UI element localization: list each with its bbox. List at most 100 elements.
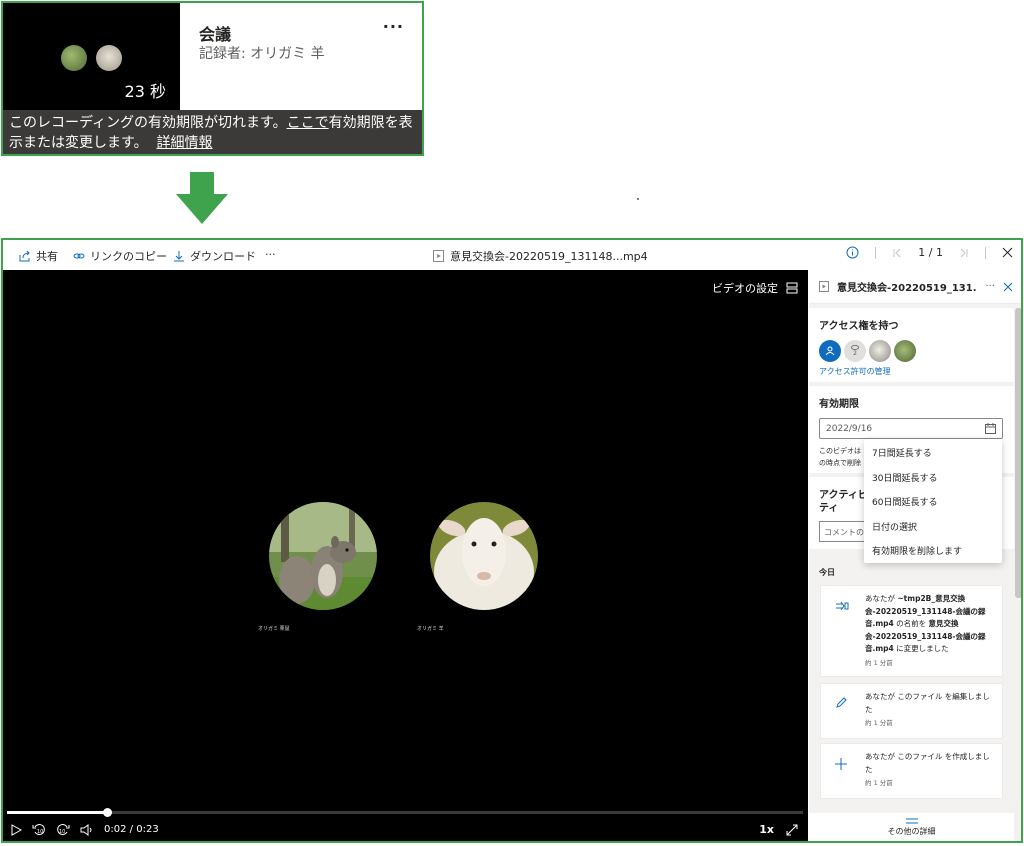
more-details-icon — [905, 818, 918, 824]
current-time: 0:02 — [104, 824, 127, 835]
play-icon[interactable] — [11, 823, 22, 836]
details-file-name: 意見交換会-20220519_131... — [837, 283, 978, 294]
page-counter: 1 / 1 — [918, 246, 943, 259]
extend-30-days-option[interactable]: 30日間延長する — [864, 464, 1002, 489]
participant-squirrel-name: オリガミ 栗鼠 — [258, 626, 290, 632]
last-page-icon[interactable] — [959, 248, 969, 258]
expiry-here-link[interactable]: ここで — [287, 115, 329, 131]
file-title: 意見交換会-20220519_131148...mp4 — [433, 248, 648, 264]
today-heading: 今日 — [819, 568, 835, 577]
more-details-button[interactable]: その他の詳細 — [809, 813, 1014, 841]
seek-bar-progress — [7, 811, 107, 814]
recording-recorder: 記録者: オリガミ 羊 — [199, 46, 325, 62]
svg-text:10: 10 — [59, 829, 65, 835]
user-avatar[interactable] — [819, 340, 841, 362]
video-settings-label: ビデオの設定 — [712, 282, 778, 295]
first-page-icon[interactable] — [892, 248, 902, 258]
viewer-count-badge[interactable]: 2 — [844, 340, 866, 362]
activity-rename-actor: あなたが — [865, 594, 898, 603]
copy-link-label: リンクのコピー — [90, 250, 167, 263]
access-section: アクセス権を持つ 2 アクセス許可の管理 — [809, 308, 1014, 382]
access-title: アクセス権を持つ — [819, 321, 899, 332]
rewind-10-icon[interactable]: 10 — [32, 823, 46, 836]
extend-60-days-option[interactable]: 60日間延長する — [864, 488, 1002, 513]
activity-rename-mid: の名前を — [893, 619, 929, 628]
expiry-banner-text-1: このレコーディングの有効期限が切れます。 — [9, 115, 287, 131]
card-more-options-button[interactable]: ... — [383, 13, 404, 32]
activity-rename-text: あなたが ~tmp2B_意見交換会-20220519_131148-会議の録音.… — [865, 593, 993, 669]
rename-icon — [836, 601, 849, 611]
manage-access-link[interactable]: アクセス許可の管理 — [819, 366, 1004, 377]
video-file-icon — [819, 281, 829, 292]
playback-speed-button[interactable]: 1x — [759, 823, 774, 836]
participant-sheep-name: オリガミ 羊 — [417, 626, 444, 632]
info-icon[interactable] — [846, 246, 859, 259]
access-avatars: 2 — [819, 340, 1004, 362]
remove-expiry-option[interactable]: 有効期限を削除します — [864, 537, 1002, 562]
select-date-option[interactable]: 日付の選択 — [864, 513, 1002, 538]
time-separator: / — [129, 824, 134, 835]
sheep-image — [430, 502, 538, 610]
details-link[interactable]: 詳細情報 — [157, 135, 213, 151]
toolbar-more-button[interactable]: ··· — [265, 248, 276, 261]
toolbar-more-label: ··· — [265, 248, 276, 261]
activity-item-rename[interactable]: あなたが ~tmp2B_意見交換会-20220519_131148-会議の録音.… — [820, 585, 1003, 677]
volume-icon[interactable] — [80, 823, 94, 836]
svg-text:10: 10 — [37, 829, 43, 835]
activity-create-actor: あなたが — [865, 752, 898, 761]
expiry-options-menu: 7日間延長する 30日間延長する 60日間延長する 日付の選択 有効期限を削除し… — [864, 439, 1002, 563]
copy-link-button[interactable]: リンクのコピー — [73, 248, 167, 264]
expiry-date-value: 2022/9/16 — [826, 423, 873, 434]
sheep-access-avatar[interactable] — [869, 340, 891, 362]
panel-scrollbar[interactable] — [1014, 304, 1021, 841]
recording-card[interactable]: 23 秒 会議 記録者: オリガミ 羊 ... このレコーディングの有効期限が切… — [1, 1, 424, 156]
seek-bar[interactable] — [7, 808, 803, 817]
details-more-button[interactable]: ··· — [985, 281, 995, 292]
top-toolbar: 共有 リンクのコピー ダウンロード ··· 意見交換会-20220519_131… — [3, 240, 1021, 270]
squirrel-image — [269, 502, 377, 610]
participant-squirrel-avatar — [269, 502, 377, 610]
share-label: 共有 — [36, 250, 58, 263]
expiry-date-field[interactable]: 2022/9/16 — [819, 418, 1003, 439]
toolbar-right: 1 / 1 — [846, 246, 1013, 259]
video-player[interactable]: ビデオの設定 オリガミ 栗鼠 オリガミ 羊 10 10 0:02 / 0:23 … — [3, 270, 808, 841]
toolbar-separator — [985, 246, 986, 259]
activity-create-time: 約 1 分前 — [865, 779, 893, 787]
recording-thumbnail[interactable]: 23 秒 — [3, 3, 180, 110]
activity-create-text: あなたが このファイル を作成しました約 1 分前 — [865, 751, 993, 790]
video-settings-button[interactable]: ビデオの設定 — [712, 280, 798, 296]
activity-item-create[interactable]: あなたが このファイル を作成しました約 1 分前 — [820, 743, 1003, 799]
down-arrow-icon — [176, 172, 228, 224]
expiry-banner: このレコーディングの有効期限が切れます。ここで有効期限を表示または変更します。 … — [3, 110, 422, 154]
expiry-title: 有効期限 — [819, 399, 859, 410]
panel-scrollbar-thumb[interactable] — [1015, 308, 1021, 598]
stray-dot — [637, 198, 639, 200]
activity-create-target: このファイル — [897, 752, 943, 761]
settings-panel-icon — [786, 282, 798, 294]
close-panel-icon[interactable] — [1003, 282, 1013, 292]
fullscreen-icon[interactable] — [786, 824, 798, 836]
share-icon — [19, 250, 30, 262]
toolbar-separator — [875, 246, 877, 259]
total-time: 0:23 — [136, 824, 159, 835]
calendar-icon[interactable] — [985, 423, 996, 434]
file-title-text: 意見交換会-20220519_131148...mp4 — [450, 250, 648, 263]
download-label: ダウンロード — [190, 250, 256, 263]
sheep-avatar-thumb — [96, 45, 122, 71]
playback-controls-right: 1x — [759, 823, 798, 836]
seek-bar-handle[interactable] — [102, 808, 112, 817]
extend-7-days-option[interactable]: 7日間延長する — [864, 439, 1002, 464]
activity-edit-actor: あなたが — [865, 692, 898, 701]
person-icon — [825, 346, 835, 356]
plus-icon — [835, 758, 847, 770]
participant-sheep-avatar — [430, 502, 538, 610]
close-icon[interactable] — [1002, 247, 1013, 258]
share-button[interactable]: 共有 — [19, 248, 58, 264]
forward-10-icon[interactable]: 10 — [56, 823, 70, 836]
activity-item-edit[interactable]: あなたが このファイル を編集しました約 1 分前 — [820, 683, 1003, 739]
playback-controls: 10 10 0:02 / 0:23 — [11, 823, 159, 836]
squirrel-access-avatar[interactable] — [894, 340, 916, 362]
download-button[interactable]: ダウンロード — [173, 248, 256, 264]
recording-title: 会議 — [199, 25, 232, 44]
more-details-label: その他の詳細 — [887, 827, 936, 836]
